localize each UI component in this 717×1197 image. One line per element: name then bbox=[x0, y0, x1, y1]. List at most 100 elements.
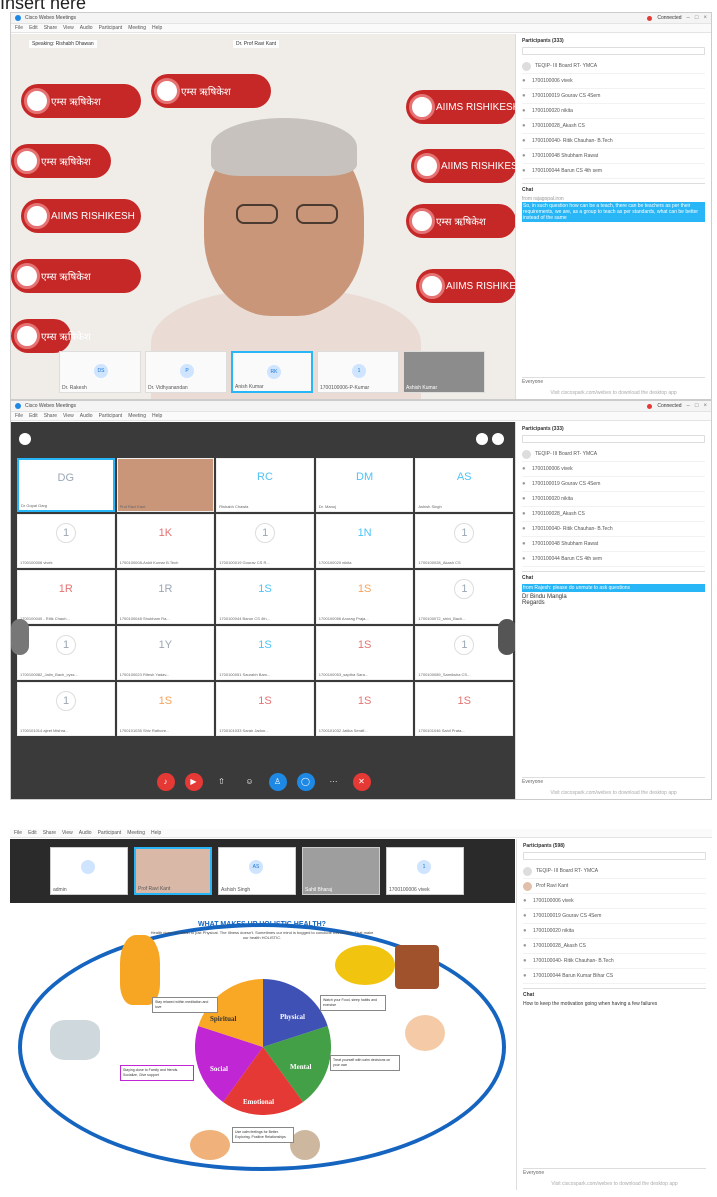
more-options-button[interactable]: ··· bbox=[325, 773, 343, 791]
participant-tile[interactable]: 1 1700100028_Akash CS bbox=[415, 514, 513, 568]
participant-search-input[interactable] bbox=[522, 47, 705, 55]
participant-tile[interactable]: 1 1700100019 Gourav CS R... bbox=[216, 514, 314, 568]
participant-row[interactable]: ● 1700100019 Gourav CS 4Sem bbox=[522, 477, 705, 492]
layout-icon[interactable] bbox=[476, 433, 488, 445]
participant-search-input[interactable] bbox=[523, 852, 706, 860]
participant-row[interactable]: ● 1700100044 Barun CS 4th sem bbox=[522, 164, 705, 179]
participant-tile[interactable]: RC Rishabh Chawla bbox=[216, 458, 314, 512]
menu-file[interactable]: File bbox=[14, 830, 22, 836]
share-button[interactable]: ⇧ bbox=[213, 773, 231, 791]
participants-button[interactable]: ♙ bbox=[268, 773, 287, 791]
video-thumbnail[interactable]: AS Ashish Singh bbox=[218, 847, 296, 895]
participant-tile[interactable]: 1Y 1700100023 Ritesh Yadav... bbox=[116, 626, 215, 680]
participant-tile[interactable]: 1 1700100082_Jatin_Bach_cyss... bbox=[17, 626, 115, 680]
participant-row[interactable]: ● 1700100040- Ritik Chauhan- B.Tech bbox=[522, 134, 705, 149]
participant-tile[interactable]: 1S 1700100056 Anurag Praja... bbox=[315, 570, 414, 624]
menu-meeting[interactable]: Meeting bbox=[127, 830, 145, 836]
participants-header[interactable]: Participants (333) bbox=[522, 38, 705, 44]
menu-view[interactable]: View bbox=[62, 830, 73, 836]
participant-tile[interactable]: 1S 1700101035 Shiv Rathore... bbox=[116, 682, 215, 736]
participant-row[interactable]: ● 1700100020 nikita bbox=[522, 492, 705, 507]
participant-tile[interactable]: 1S 1700100044 Barun CS 4th... bbox=[216, 570, 314, 624]
maximize-button[interactable]: □ bbox=[695, 403, 699, 409]
leave-button[interactable]: ✕ bbox=[352, 773, 371, 791]
participant-row[interactable]: ● 1700100044 Barun CS 4th sem bbox=[522, 552, 705, 567]
fullscreen-icon[interactable] bbox=[492, 433, 504, 445]
maximize-button[interactable]: □ bbox=[695, 15, 699, 21]
record-icon[interactable] bbox=[647, 15, 653, 21]
chat-to-select[interactable]: Everyone bbox=[522, 777, 705, 785]
grid-prev-button[interactable] bbox=[11, 619, 29, 655]
minimize-button[interactable]: – bbox=[687, 403, 690, 409]
mute-button[interactable]: ♪ bbox=[156, 773, 175, 791]
participant-tile[interactable]: DG Dr Gopal Garg bbox=[17, 458, 115, 512]
participant-tile[interactable]: 1 1700101014 ajeet Mishra... bbox=[17, 682, 115, 736]
video-thumbnail[interactable]: Prof Ravi Kant bbox=[134, 847, 212, 895]
menu-edit[interactable]: Edit bbox=[29, 25, 38, 31]
video-thumbnail[interactable]: P Dr. Vidhyanandan bbox=[145, 351, 227, 393]
participant-tile[interactable]: 1N 1700100020 nikita bbox=[315, 514, 414, 568]
menu-edit[interactable]: Edit bbox=[28, 830, 37, 836]
participant-row[interactable]: ● 1700100020 nikita bbox=[522, 104, 705, 119]
menu-file[interactable]: File bbox=[15, 413, 23, 419]
participant-row[interactable]: TEQIP- III Board RT- YMCA bbox=[522, 447, 705, 462]
menu-view[interactable]: View bbox=[63, 25, 74, 31]
participants-header[interactable]: Participants (333) bbox=[522, 426, 705, 432]
chat-header[interactable]: Chat bbox=[522, 575, 705, 581]
participant-tile[interactable]: 1 1700100006 vivek bbox=[17, 514, 115, 568]
video-thumbnail[interactable]: RK Anish Kumar bbox=[231, 351, 313, 393]
participant-tile[interactable]: Prof Ravi Kant bbox=[116, 458, 215, 512]
participant-row[interactable]: ● 1700100040- Ritik Chauhan- B.Tech bbox=[522, 522, 705, 537]
menu-help[interactable]: Help bbox=[151, 830, 161, 836]
participant-row[interactable]: ● 1700100040- Ritik Chauhan- B.Tech bbox=[523, 954, 706, 969]
participant-tile[interactable]: 1R 1700100048 Shubham Ra... bbox=[116, 570, 215, 624]
menu-share[interactable]: Share bbox=[44, 413, 57, 419]
menu-participant[interactable]: Participant bbox=[99, 413, 123, 419]
participant-row[interactable]: ● 1700100044 Barun Kumar Bihar CS bbox=[523, 969, 706, 984]
participant-tile[interactable]: 1R 1700100040 - Ritik Chauh... bbox=[17, 570, 115, 624]
close-button[interactable]: × bbox=[703, 15, 707, 21]
chat-button[interactable]: ◯ bbox=[296, 773, 315, 791]
video-thumbnail[interactable]: Sahil Bharaj bbox=[302, 847, 380, 895]
participant-row[interactable]: ● 1700100006 vivek bbox=[522, 74, 705, 89]
participants-header[interactable]: Participants (598) bbox=[523, 843, 706, 849]
participant-row[interactable]: ● 1700100019 Gourav CS 4Sem bbox=[523, 909, 706, 924]
participant-row[interactable]: ● 1700100028_Akash CS bbox=[522, 507, 705, 522]
video-button[interactable]: ▶ bbox=[184, 773, 203, 791]
connection-status[interactable]: Connected bbox=[657, 15, 681, 21]
video-thumbnail[interactable]: admin bbox=[50, 847, 128, 895]
info-icon[interactable] bbox=[19, 433, 31, 445]
menu-audio[interactable]: Audio bbox=[79, 830, 92, 836]
grid-next-button[interactable] bbox=[498, 619, 516, 655]
video-thumbnail[interactable]: Ashish Kumar bbox=[403, 351, 485, 393]
participant-row[interactable]: ● 1700100028_Akash CS bbox=[522, 119, 705, 134]
close-button[interactable]: × bbox=[703, 403, 707, 409]
record-icon[interactable] bbox=[647, 403, 653, 409]
chat-message-selected[interactable]: So, in such question how can be a teach,… bbox=[522, 202, 705, 222]
participant-row[interactable]: ● 1700100019 Gourav CS 4Sem bbox=[522, 89, 705, 104]
connection-status[interactable]: Connected bbox=[657, 403, 681, 409]
more-button[interactable]: ☺ bbox=[241, 773, 259, 791]
menu-participant[interactable]: Participant bbox=[98, 830, 122, 836]
minimize-button[interactable]: – bbox=[687, 15, 690, 21]
participant-tile[interactable]: DM Dr. Manoj bbox=[315, 458, 414, 512]
chat-to-select[interactable]: Everyone bbox=[523, 1168, 706, 1176]
menu-help[interactable]: Help bbox=[152, 413, 162, 419]
video-thumbnail[interactable]: 1 1700100006-P-Kumar bbox=[317, 351, 399, 393]
participant-tile[interactable]: 1S 1700100051 Saurabh Bam... bbox=[216, 626, 314, 680]
participant-tile[interactable]: 1K 1700100008-Ankit Kumar B.Tech bbox=[116, 514, 215, 568]
participant-tile[interactable]: 1S 1700101032 Jatika Seraff... bbox=[315, 682, 414, 736]
participant-tile[interactable]: 1S 1700100053_saptha Sara... bbox=[315, 626, 414, 680]
participant-row[interactable]: ● 1700100006 vivek bbox=[522, 462, 705, 477]
participant-row[interactable]: ● 1700100048 Shubham Rawat bbox=[522, 149, 705, 164]
participant-tile[interactable]: 1 1700100072_shivi_Bach... bbox=[415, 570, 513, 624]
menu-participant[interactable]: Participant bbox=[99, 25, 123, 31]
video-thumbnail[interactable]: 1 1700100006 vivek bbox=[386, 847, 464, 895]
menu-file[interactable]: File bbox=[15, 25, 23, 31]
chat-header[interactable]: Chat bbox=[522, 187, 705, 193]
participant-row[interactable]: TEQIP- III Board RT- YMCA bbox=[523, 864, 706, 879]
participant-row[interactable]: ● 1700100006 vivek bbox=[523, 894, 706, 909]
menu-view[interactable]: View bbox=[63, 413, 74, 419]
participant-tile[interactable]: AS Ashish Singh bbox=[415, 458, 513, 512]
participant-tile[interactable]: 1S 1700101046 Sahil Prata... bbox=[415, 682, 513, 736]
